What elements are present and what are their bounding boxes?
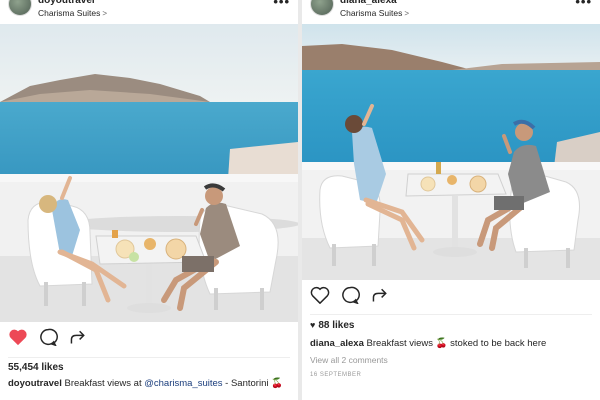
share-icon[interactable]	[68, 328, 88, 346]
likes-label: 88 likes	[318, 320, 355, 331]
share-icon[interactable]	[370, 286, 390, 304]
avatar[interactable]	[310, 0, 334, 16]
post-photo[interactable]	[0, 24, 298, 322]
caption-username[interactable]: diana_alexa	[310, 338, 364, 349]
post-actions	[302, 286, 600, 312]
caption-text-end: - Santorini	[225, 378, 269, 389]
post-diana-alexa: diana_alexa Charisma Suites > ••• ♥ 88 l…	[302, 0, 600, 400]
divider	[8, 357, 290, 358]
likes-count[interactable]: ♥ 88 likes	[310, 320, 355, 331]
post-caption: doyoutravel Breakfast views at @charisma…	[8, 378, 290, 390]
post-doyoutravel: doyoutravel Charisma Suites > ••• 55,454…	[0, 0, 298, 400]
more-options-icon[interactable]: •••	[575, 0, 592, 9]
location-label: Charisma Suites	[340, 8, 403, 18]
location-label: Charisma Suites	[38, 8, 101, 18]
post-location[interactable]: Charisma Suites >	[38, 8, 107, 18]
comment-icon[interactable]	[340, 286, 360, 304]
chevron-right-icon: >	[102, 9, 108, 18]
comment-icon[interactable]	[38, 328, 58, 346]
small-heart-icon: ♥	[310, 320, 316, 330]
post-date: 16 SEPTEMBER	[310, 372, 362, 378]
caption-mention[interactable]: @charisma_suites	[144, 378, 222, 389]
view-all-comments-link[interactable]: View all 2 comments	[310, 355, 388, 365]
post-username[interactable]: diana_alexa	[340, 0, 397, 6]
caption-text: Breakfast views	[366, 338, 434, 349]
post-username[interactable]: doyoutravel	[38, 0, 95, 6]
chevron-right-icon: >	[404, 9, 410, 18]
heart-icon[interactable]	[310, 286, 330, 304]
avatar[interactable]	[8, 0, 32, 16]
caption-username[interactable]: doyoutravel	[8, 378, 62, 389]
post-location[interactable]: Charisma Suites >	[340, 8, 409, 18]
cherry-emoji: 🍒	[435, 338, 448, 349]
post-photo[interactable]	[302, 24, 600, 280]
caption-text: Breakfast views at	[64, 378, 142, 389]
likes-count[interactable]: 55,454 likes	[8, 362, 64, 373]
more-options-icon[interactable]: •••	[273, 0, 290, 9]
post-actions	[0, 328, 298, 354]
post-header: doyoutravel Charisma Suites > •••	[0, 0, 298, 24]
post-caption: diana_alexa Breakfast views 🍒 stoked to …	[310, 338, 592, 350]
cherry-emoji: 🍒	[271, 378, 283, 389]
heart-icon[interactable]	[8, 328, 28, 346]
post-header: diana_alexa Charisma Suites > •••	[302, 0, 600, 24]
divider	[310, 314, 592, 315]
caption-text-end: stoked to be back here	[450, 338, 547, 349]
